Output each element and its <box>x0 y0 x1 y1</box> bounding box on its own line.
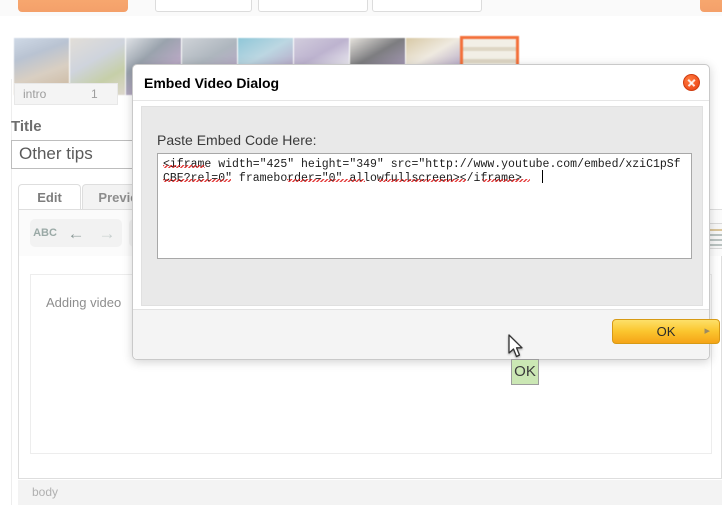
left-rail <box>0 16 12 505</box>
dialog-body: Paste Embed Code Here: <box>141 106 703 306</box>
spellcheck-icon[interactable]: ABC <box>30 219 60 247</box>
editor-statusbar: body <box>18 480 722 505</box>
dialog-footer: OK ▸ Cancel × <box>133 309 720 359</box>
metadata-value: 1 <box>91 87 98 101</box>
embed-code-textarea[interactable] <box>157 153 692 259</box>
top-field-3[interactable] <box>372 0 482 12</box>
metadata-key: intro <box>23 87 47 101</box>
paste-embed-code-label: Paste Embed Code Here: <box>157 132 317 148</box>
play-triangle-icon: ▸ <box>704 325 710 337</box>
title-label: Title <box>11 118 42 135</box>
top-orange-tab-left[interactable] <box>18 0 128 12</box>
spellcheck-icon-glyph: ABC <box>33 226 57 239</box>
dialog-title: Embed Video Dialog <box>144 75 280 91</box>
screenshot-root: intro 1 Title Other tips Edit Preview AB… <box>0 0 722 505</box>
close-icon[interactable] <box>683 74 700 91</box>
redo-arrow-glyph: → <box>98 223 116 243</box>
top-field-2[interactable] <box>258 0 368 12</box>
tab-edit[interactable]: Edit <box>18 184 81 210</box>
ok-tooltip: OK <box>511 359 539 385</box>
ok-button[interactable]: OK ▸ <box>612 319 720 344</box>
metadata-row: intro 1 <box>14 83 118 105</box>
top-orange-tab-right[interactable] <box>700 0 722 12</box>
undo-arrow-glyph: ← <box>67 223 85 243</box>
editor-content-text: Adding video <box>46 295 122 310</box>
ok-button-label: OK <box>656 324 676 339</box>
redo-icon[interactable]: → <box>92 219 122 247</box>
top-field-1[interactable] <box>155 0 252 12</box>
undo-icon[interactable]: ← <box>61 219 91 247</box>
toolbar-group-history: ABC ← → <box>30 219 122 247</box>
statusbar-path: body <box>32 485 59 499</box>
dialog-titlebar[interactable]: Embed Video Dialog <box>133 65 709 101</box>
embed-video-dialog: Embed Video Dialog Paste Embed Code Here… <box>132 64 720 360</box>
top-toolbar <box>0 0 722 17</box>
